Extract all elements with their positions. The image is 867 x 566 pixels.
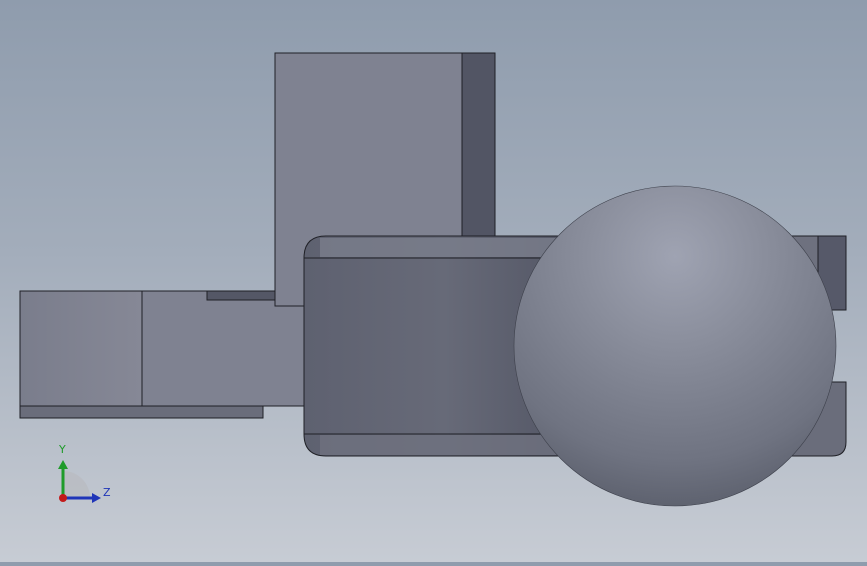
z-axis-label: Z: [103, 486, 111, 499]
connector-dark-notch: [206, 290, 276, 301]
cylinder-bottom-band: [320, 435, 560, 455]
triad-sector: [63, 471, 90, 498]
z-axis-arrow-icon: [92, 493, 101, 503]
left-block-face: [19, 290, 144, 419]
left-block-bottom-strip: [19, 405, 264, 419]
orientation-triad: Y Z: [52, 440, 122, 510]
sphere: [513, 185, 837, 507]
x-axis-dot-icon: [59, 494, 67, 502]
cylinder-top-highlight: [320, 238, 560, 257]
3d-model-view[interactable]: [0, 0, 867, 562]
tall-block-side: [461, 52, 496, 254]
y-axis-arrow-icon: [58, 460, 68, 469]
connector-block-face: [141, 290, 308, 407]
y-axis-label: Y: [59, 443, 66, 456]
graphics-viewport[interactable]: Y Z: [0, 0, 867, 562]
